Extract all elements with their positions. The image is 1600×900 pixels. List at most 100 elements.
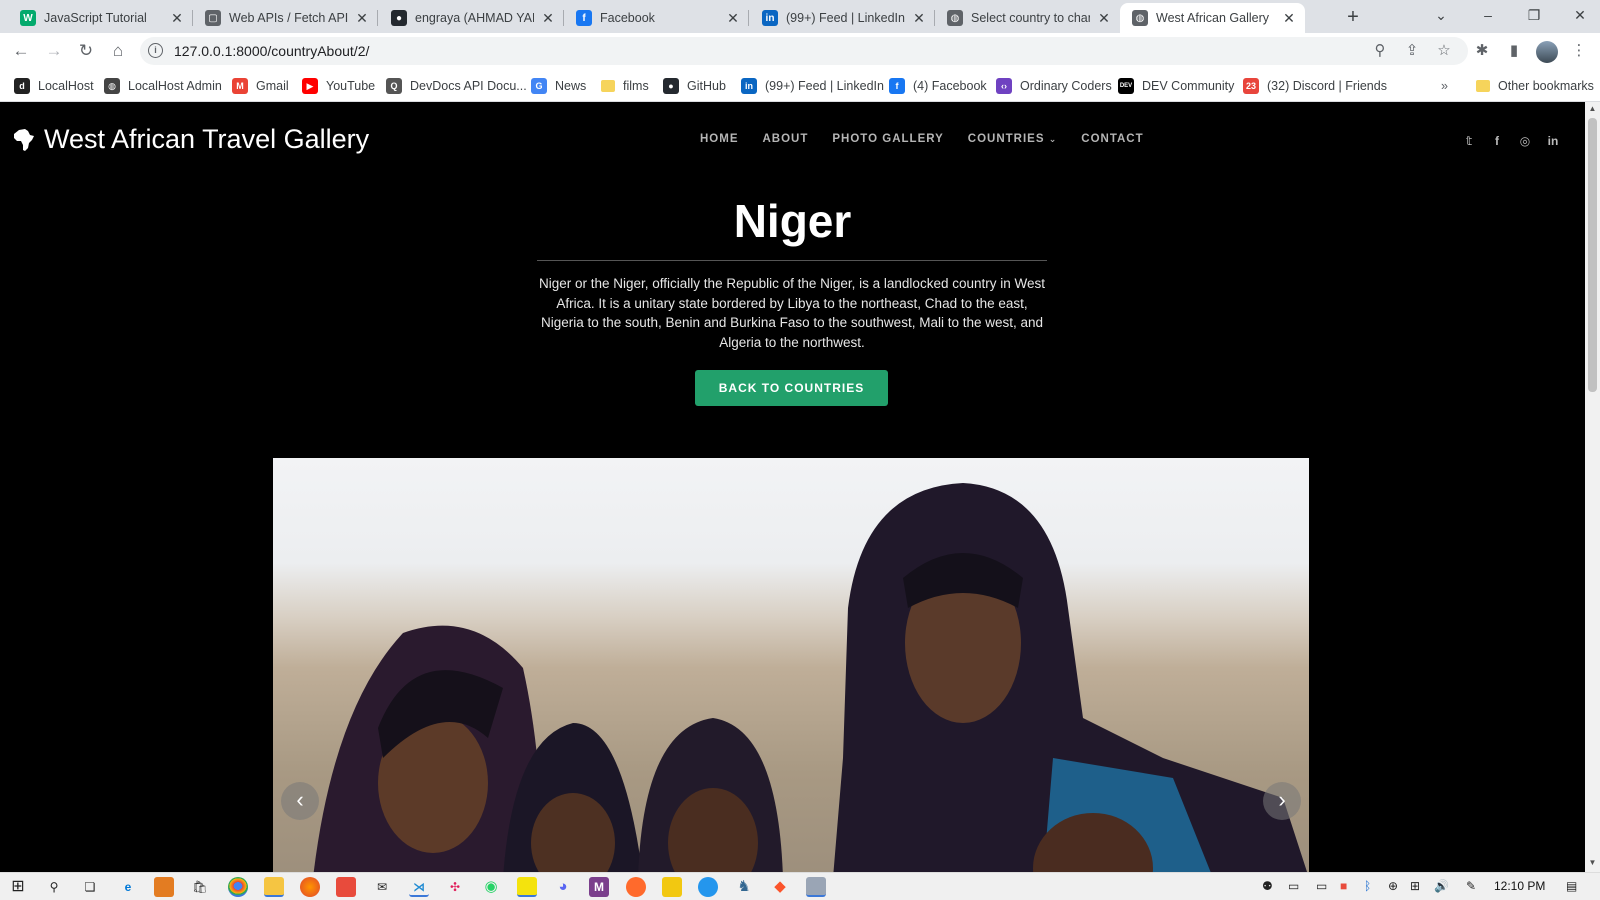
slack-icon[interactable]: ✣ [445,877,465,897]
instagram-icon[interactable]: ◎ [1517,133,1533,149]
site-brand[interactable]: West African Travel Gallery [12,124,369,155]
brave-icon[interactable]: ◆ [770,877,790,897]
extensions-icon[interactable]: ✱ [1471,40,1493,62]
browser-tab[interactable]: ◍ West African Gallery ✕ [1120,3,1305,33]
docker-icon[interactable] [698,877,718,897]
browser-tab[interactable]: ▢ Web APIs / Fetch API: U ✕ [193,3,378,33]
clock[interactable]: 12:10 PM [1494,879,1545,893]
more-bookmarks-button[interactable]: » [1441,77,1448,95]
close-tab-icon[interactable]: ✕ [1096,10,1112,27]
close-tab-icon[interactable]: ✕ [1281,10,1297,27]
bookmark-item[interactable]: ▶ YouTube [302,77,375,95]
file-explorer-icon[interactable] [264,877,284,897]
pen-icon[interactable]: ✎ [1466,879,1476,893]
postgresql-icon[interactable]: ♞ [734,877,754,897]
bookmark-item[interactable]: ‹› Ordinary Coders [996,77,1112,95]
bookmark-item[interactable]: M Gmail [232,77,289,95]
app-yellow-icon[interactable] [662,877,682,897]
nav-home[interactable]: HOME [700,133,739,145]
close-tab-icon[interactable]: ✕ [354,10,370,27]
twitter-icon[interactable]: 𝕥 [1461,133,1477,149]
other-bookmarks-folder[interactable]: Other bookmarks [1476,77,1594,95]
start-button[interactable]: ⊞ [8,877,28,897]
firefox-icon[interactable] [300,877,320,897]
notifications-icon[interactable]: ▤ [1566,879,1577,893]
new-tab-button[interactable]: + [1340,6,1366,30]
nav-countries[interactable]: COUNTRIES ⌄ [968,133,1057,145]
menu-icon[interactable]: ⋮ [1568,40,1590,62]
bookmark-item[interactable]: d LocalHost [14,77,94,95]
browser-tab[interactable]: ● engraya (AHMAD YAKU ✕ [379,3,564,33]
people-icon[interactable]: ⚉ [1262,879,1273,893]
sublime-icon[interactable] [154,877,174,897]
task-view-icon[interactable]: ❏ [80,877,100,897]
browser-tab[interactable]: W JavaScript Tutorial ✕ [8,3,193,33]
bookmark-star-icon[interactable]: ☆ [1434,41,1454,59]
facebook-icon[interactable]: f [1489,133,1505,149]
app-m-icon[interactable]: M [589,877,609,897]
close-tab-icon[interactable]: ✕ [540,10,556,27]
app-red-icon[interactable] [336,877,356,897]
network-icon[interactable]: ⊕ [1388,879,1398,893]
url-text[interactable]: 127.0.0.1:8000/countryAbout/2/ [174,43,369,59]
battery-icon[interactable]: ▭ [1316,879,1327,893]
close-tab-icon[interactable]: ✕ [911,10,927,27]
bookmark-item[interactable]: films [601,77,649,95]
nav-about[interactable]: ABOUT [763,133,809,145]
page-scrollbar[interactable]: ▲ ▼ [1585,102,1600,872]
close-window-button[interactable]: ✕ [1557,0,1600,33]
bookmark-item[interactable]: ● GitHub [663,77,726,95]
reload-icon[interactable]: ↻ [74,39,98,63]
store-icon[interactable]: 🛍 [190,877,210,897]
bookmark-item[interactable]: in (99+) Feed | LinkedIn [741,77,884,95]
nav-photo-gallery[interactable]: PHOTO GALLERY [832,133,943,145]
profile-avatar[interactable] [1536,41,1558,63]
zoom-icon[interactable]: ⚲ [1370,41,1390,59]
browser-tab[interactable]: ◍ Select country to chang ✕ [935,3,1120,33]
side-panel-icon[interactable]: ▮ [1503,40,1525,62]
chrome-icon[interactable] [228,877,248,897]
back-icon[interactable]: ← [9,39,33,63]
tab-search-icon[interactable]: ⌄ [1418,0,1464,33]
bluetooth-icon[interactable]: ᛒ [1364,879,1371,893]
tray-app-icon[interactable]: ■ [1340,879,1347,893]
site-info-icon[interactable]: i [148,43,163,58]
browser-tab[interactable]: f Facebook ✕ [564,3,749,33]
notes-tray-icon[interactable]: ▭ [1288,879,1299,893]
close-tab-icon[interactable]: ✕ [725,10,741,27]
whatsapp-icon[interactable]: ◉ [481,877,501,897]
language-icon[interactable]: ⊞ [1410,879,1420,893]
search-icon[interactable]: ⚲ [44,877,64,897]
vscode-icon[interactable]: ⋊ [409,877,429,897]
bookmark-item[interactable]: 23 (32) Discord | Friends [1243,77,1387,95]
scroll-up-arrow[interactable]: ▲ [1585,104,1600,113]
edge-icon[interactable]: e [118,877,138,897]
browser-tab[interactable]: in (99+) Feed | LinkedIn ✕ [750,3,935,33]
bookmark-item[interactable]: G News [531,77,586,95]
carousel-prev-button[interactable]: ‹ [281,782,319,820]
bookmark-item[interactable]: DEV DEV Community [1118,77,1234,95]
sticky-notes-icon[interactable] [517,877,537,897]
discord-icon[interactable]: ◕ [553,877,573,897]
restore-button[interactable]: ❐ [1511,0,1557,33]
django-icon: d [14,78,30,94]
back-to-countries-button[interactable]: BACK TO COUNTRIES [695,370,888,406]
bookmark-item[interactable]: ◍ LocalHost Admin [104,77,222,95]
share-icon[interactable]: ⇪ [1402,41,1422,59]
close-tab-icon[interactable]: ✕ [169,10,185,27]
bookmark-item[interactable]: Q DevDocs API Docu... [386,77,527,95]
linkedin-icon[interactable]: in [1545,133,1561,149]
carousel-next-button[interactable]: › [1263,782,1301,820]
mail-icon[interactable]: ✉ [372,877,392,897]
nav-contact[interactable]: CONTACT [1081,133,1143,145]
bookmark-item[interactable]: f (4) Facebook [889,77,987,95]
home-icon[interactable]: ⌂ [106,39,130,63]
scroll-down-arrow[interactable]: ▼ [1585,858,1600,867]
volume-icon[interactable]: 🔊 [1434,879,1449,893]
scrollbar-thumb[interactable] [1588,118,1597,392]
address-bar[interactable]: i 127.0.0.1:8000/countryAbout/2/ ⚲ ⇪ ☆ [140,37,1468,65]
minimize-button[interactable]: – [1465,0,1511,33]
forward-icon[interactable]: → [42,39,66,63]
postman-icon[interactable] [626,877,646,897]
app-image-icon[interactable] [806,877,826,897]
